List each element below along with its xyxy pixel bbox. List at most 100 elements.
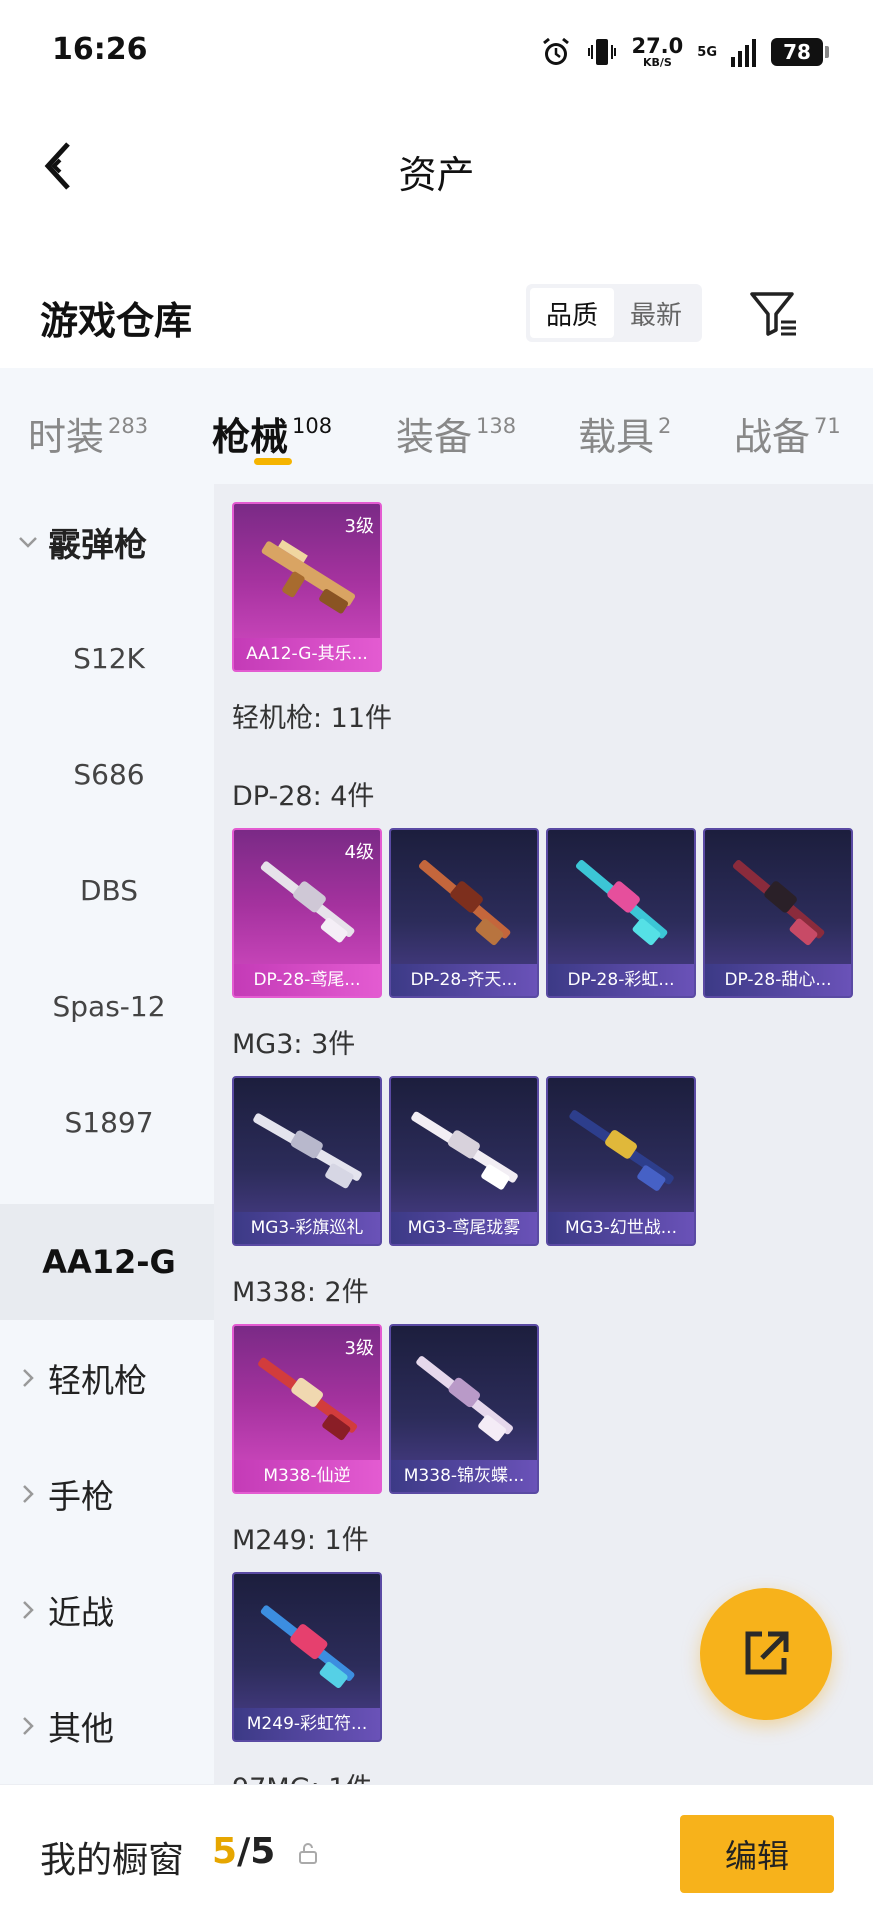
lock-icon — [299, 1843, 317, 1864]
weapon-skin-icon — [411, 1111, 518, 1190]
sidebar-item-label: DBS — [79, 873, 139, 907]
warehouse-title: 游戏仓库 — [40, 299, 193, 343]
sidebar-item-pistol[interactable]: 手枪 — [0, 1436, 214, 1552]
showcase-bar: 我的橱窗 5/5 编辑 — [0, 1784, 873, 1920]
sidebar-item-aa12g[interactable]: AA12-G — [0, 1204, 214, 1320]
chevron-right-icon — [23, 1717, 34, 1735]
item-card[interactable]: 3级 AA12-G-其乐... — [232, 502, 382, 672]
group-label: DP-28: 4件 — [232, 781, 375, 812]
showcase-count: 5/5 — [212, 1831, 275, 1872]
status-time: 16:26 — [52, 32, 148, 67]
tab-count: 2 — [658, 414, 672, 438]
chevron-right-icon — [23, 1485, 34, 1503]
item-card[interactable]: 3级 M338-仙逆 — [232, 1324, 382, 1494]
status-bar: 16:26 27.0 KB/S 5G 78 — [0, 0, 873, 104]
item-card[interactable]: M249-彩虹符... — [232, 1572, 382, 1742]
sidebar-item-lmg[interactable]: 轻机枪 — [0, 1320, 214, 1436]
tab-label: 载具 — [578, 415, 655, 459]
alarm-icon — [539, 35, 573, 69]
group-label: M249: 1件 — [232, 1525, 369, 1556]
item-name: DP-28-齐天... — [391, 964, 537, 996]
status-icons: 27.0 KB/S 5G 78 — [539, 30, 829, 74]
group-label: MG3: 3件 — [232, 1029, 356, 1060]
item-name: M249-彩虹符... — [234, 1708, 380, 1740]
weapon-skin-icon — [416, 1356, 513, 1442]
sidebar-item-shotgun[interactable]: 霰弹枪 — [0, 484, 214, 600]
network-speed: 27.0 KB/S — [631, 34, 684, 69]
showcase-separator: / — [237, 1831, 251, 1872]
chevron-right-icon — [23, 1369, 34, 1387]
item-card[interactable]: M338-锦灰蝶... — [389, 1324, 539, 1494]
weapon-skin-icon — [569, 1110, 674, 1191]
item-name: MG3-幻世战... — [548, 1212, 694, 1244]
item-card[interactable]: DP-28-甜心... — [703, 828, 853, 998]
weapon-skin-icon — [260, 1605, 355, 1689]
showcase-label: 我的橱窗 — [40, 1840, 185, 1881]
tab-firearms[interactable]: 枪械 108 — [212, 406, 332, 461]
filter-button[interactable] — [744, 284, 804, 344]
chevron-down-icon — [19, 537, 37, 548]
weapon-skin-icon — [575, 859, 668, 946]
item-name: M338-锦灰蝶... — [391, 1460, 537, 1492]
tab-count: 108 — [292, 414, 333, 438]
showcase-total: 5 — [250, 1831, 276, 1872]
tab-count: 283 — [108, 414, 149, 438]
item-card[interactable]: MG3-彩旗巡礼 — [232, 1076, 382, 1246]
item-card[interactable]: MG3-幻世战... — [546, 1076, 696, 1246]
section-header: 轻机枪: 11件 — [232, 703, 393, 734]
item-card[interactable]: DP-28-彩虹... — [546, 828, 696, 998]
sort-quality-button[interactable]: 品质 — [530, 288, 614, 338]
network-speed-value: 27.0 — [631, 34, 684, 58]
vibrate-icon — [587, 35, 617, 69]
sidebar-item-label: 近战 — [48, 1593, 114, 1632]
share-button[interactable] — [700, 1588, 832, 1720]
share-icon — [745, 1631, 789, 1675]
sidebar-item-label: 轻机枪 — [48, 1361, 147, 1400]
sidebar-item-s12k[interactable]: S12K — [0, 600, 214, 716]
item-card[interactable]: MG3-鸢尾珑雾 — [389, 1076, 539, 1246]
sidebar-item-label: S1897 — [64, 1105, 154, 1139]
edit-button[interactable]: 编辑 — [680, 1815, 834, 1893]
sidebar-item-dbs[interactable]: DBS — [0, 832, 214, 948]
page-title: 资产 — [398, 153, 475, 197]
item-name: MG3-鸢尾珑雾 — [391, 1212, 537, 1244]
category-tabs: 时装 283 枪械 108 装备 138 载具 2 战备 71 — [0, 368, 873, 484]
tab-label: 装备 — [396, 415, 473, 459]
tab-equipment[interactable]: 装备 138 — [396, 406, 516, 461]
item-level: 4级 — [344, 842, 374, 863]
signal-icon — [731, 37, 757, 67]
sidebar-item-melee[interactable]: 近战 — [0, 1552, 214, 1668]
sidebar-item-label: 霰弹枪 — [48, 525, 147, 564]
weapon-skin-icon — [732, 859, 825, 946]
sidebar-item-label: 手枪 — [48, 1477, 114, 1516]
group-label: M338: 2件 — [232, 1277, 369, 1308]
item-name: DP-28-鸢尾... — [234, 964, 380, 996]
sidebar-item-s1897[interactable]: S1897 — [0, 1064, 214, 1180]
tab-fashion[interactable]: 时装 283 — [28, 406, 148, 461]
item-card[interactable]: DP-28-齐天... — [389, 828, 539, 998]
item-card[interactable]: 4级 DP-28-鸢尾... — [232, 828, 382, 998]
tab-label: 时装 — [28, 415, 105, 459]
network-speed-unit: KB/S — [642, 56, 672, 69]
sidebar-item-s686[interactable]: S686 — [0, 716, 214, 832]
sidebar-item-spas12[interactable]: Spas-12 — [0, 948, 214, 1064]
showcase-current: 5 — [212, 1831, 238, 1872]
item-level: 3级 — [344, 1338, 374, 1359]
tab-label: 枪械 — [212, 415, 289, 459]
chevron-right-icon — [23, 1601, 34, 1619]
item-name: MG3-彩旗巡礼 — [234, 1212, 380, 1244]
sort-newest-button[interactable]: 最新 — [614, 288, 698, 338]
tab-combat-gear[interactable]: 战备 71 — [734, 406, 841, 461]
item-name: DP-28-甜心... — [705, 964, 851, 996]
tab-vehicles[interactable]: 载具 2 — [578, 406, 671, 461]
tab-label: 战备 — [734, 415, 811, 459]
sidebar-item-label: Spas-12 — [52, 989, 166, 1023]
group-label: 97MG: 1件 — [232, 1766, 372, 1784]
tab-count: 71 — [814, 414, 841, 438]
app-header: 资产 — [0, 104, 873, 228]
sidebar-item-label: S12K — [73, 641, 145, 675]
weapon-skin-icon — [418, 859, 511, 946]
sidebar-item-label: 其他 — [48, 1709, 114, 1748]
active-tab-indicator — [254, 458, 292, 465]
sidebar-item-other[interactable]: 其他 — [0, 1668, 214, 1784]
